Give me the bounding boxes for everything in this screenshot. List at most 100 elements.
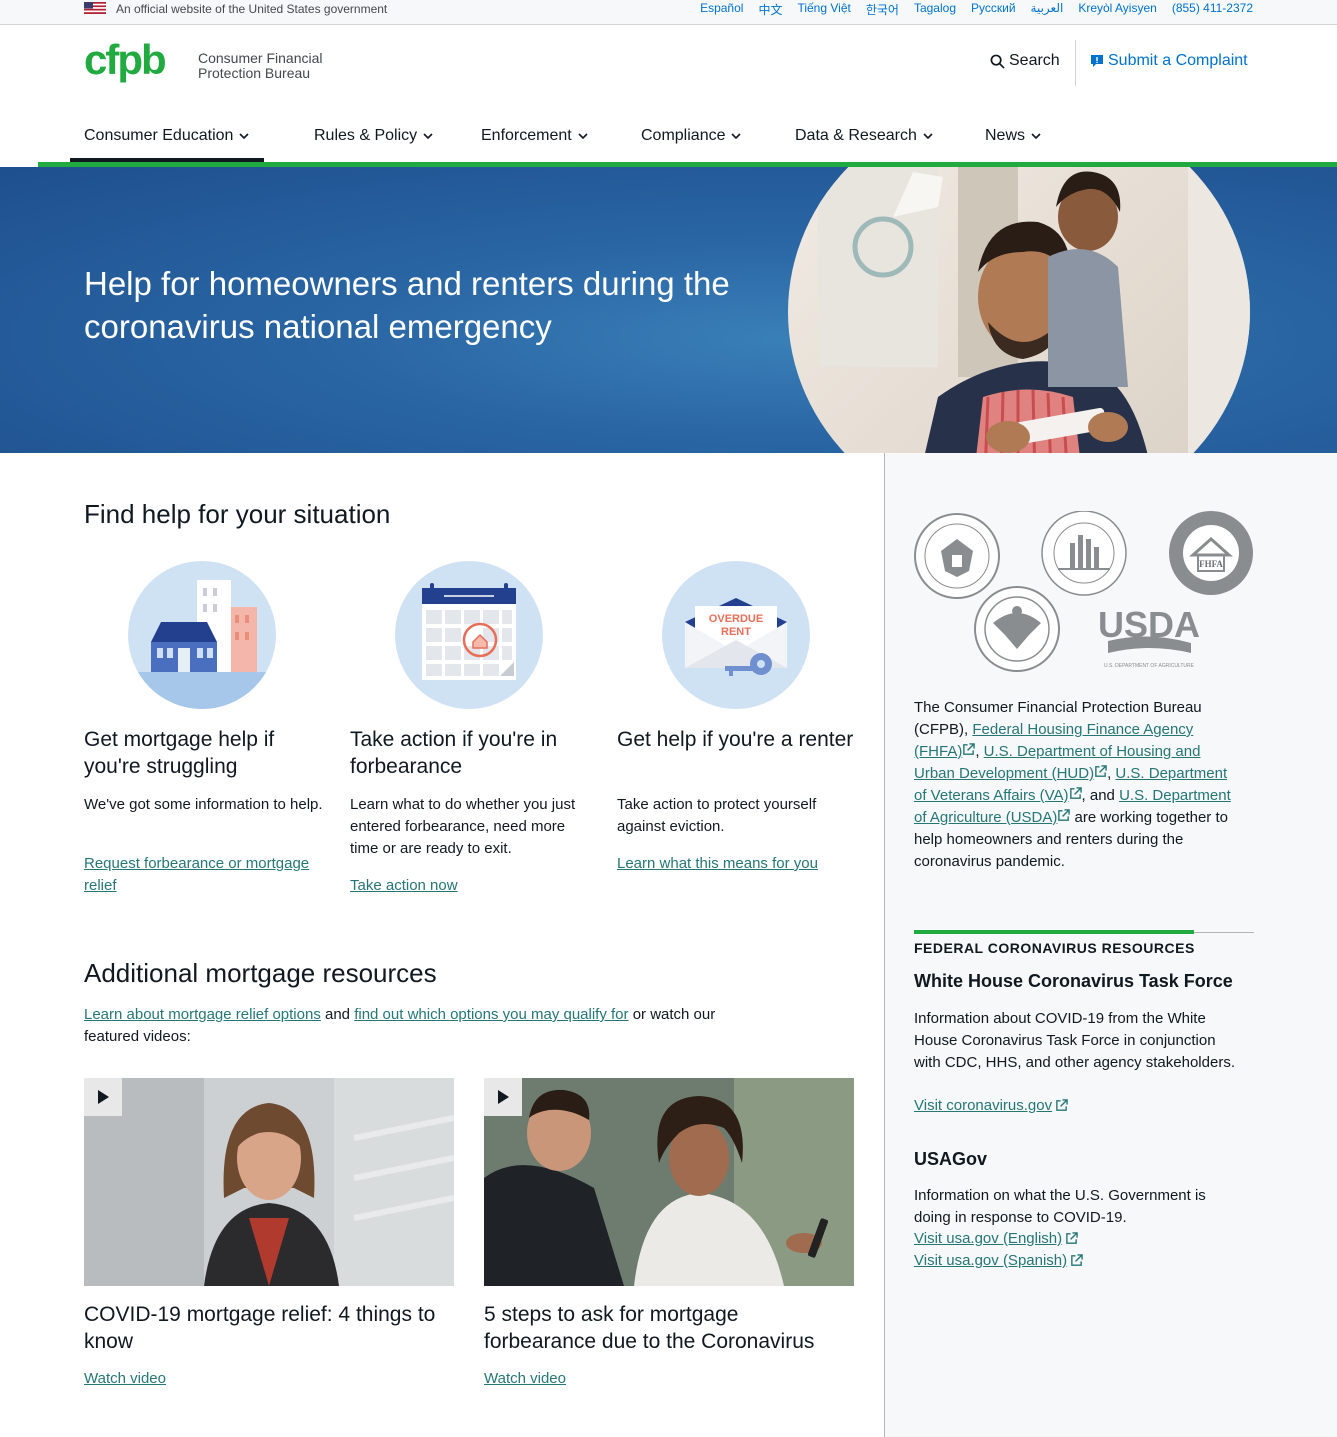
resource-desc-task-force: Information about COVID-19 from the Whit…: [914, 1010, 1235, 1071]
chevron-down-icon: [423, 133, 433, 139]
nav-label: Enforcement: [481, 127, 572, 144]
chevron-down-icon: [1031, 133, 1041, 139]
resource-title-task-force: White House Coronavirus Task Force: [914, 971, 1233, 991]
external-link-icon: [1071, 1254, 1083, 1266]
learn-what-this-means-link[interactable]: Learn what this means for you: [617, 853, 857, 875]
lang-link-korean[interactable]: 한국어: [866, 1, 899, 18]
blurb-sep-1: ,: [975, 743, 984, 760]
request-forbearance-link[interactable]: Request forbearance or mortgage relief: [84, 853, 324, 897]
svg-text:U.S. DEPARTMENT OF AGRICULTURE: U.S. DEPARTMENT OF AGRICULTURE: [1104, 663, 1195, 669]
watch-video-link-relief[interactable]: Watch video: [84, 1370, 166, 1387]
header-divider: [1075, 40, 1076, 86]
submit-complaint-link[interactable]: Submit a Complaint: [1090, 52, 1248, 70]
external-link-icon: [1069, 787, 1082, 799]
external-link-icon: [1066, 1232, 1078, 1244]
complaint-icon: [1091, 55, 1103, 67]
additional-resources-intro: Learn about mortgage relief options and …: [84, 1004, 724, 1048]
video-title-relief: COVID-19 mortgage relief: 4 things to kn…: [84, 1303, 436, 1353]
link-label: Visit usa.gov (English): [914, 1230, 1063, 1247]
external-link-icon: [1095, 765, 1107, 777]
chevron-down-icon: [578, 133, 588, 139]
card-desc-renter: Take action to protect yourself against …: [617, 796, 817, 835]
card-title-renter: Get help if you're a renter: [617, 728, 854, 751]
hero-heading: Help for homeowners and renters during t…: [84, 265, 730, 345]
blurb-sep-3: , and: [1081, 787, 1120, 804]
nav-label: Compliance: [641, 127, 726, 144]
calendar-icon: [395, 561, 543, 709]
overdue-rent-envelope-icon: OVERDUE RENT: [662, 561, 810, 709]
video-still-woman: [84, 1078, 454, 1286]
fhfa-seal-icon: FHFA: [1169, 511, 1253, 595]
nav-item-consumer-education[interactable]: Consumer Education: [84, 127, 249, 145]
lang-link-spanish[interactable]: Español: [700, 1, 743, 18]
partner-agencies-blurb: The Consumer Financial Protection Bureau…: [914, 697, 1234, 873]
us-flag-icon: [84, 2, 106, 14]
mortgage-relief-options-link[interactable]: Learn about mortgage relief options: [84, 1006, 321, 1023]
houses-icon: [128, 561, 276, 709]
phone-number-link[interactable]: (855) 411-2372: [1172, 1, 1253, 18]
lang-link-russian[interactable]: Pусский: [971, 1, 1016, 18]
card-desc-mortgage: We've got some information to help.: [84, 796, 323, 813]
find-help-heading: Find help for your situation: [84, 499, 391, 529]
svg-text:Protection Bureau: Protection Bureau: [198, 65, 310, 81]
language-links: Español 中文 Tiếng Việt 한국어 Tagalog Pусски…: [685, 1, 1253, 18]
usda-logo-icon: USDA U.S. DEPARTMENT OF AGRICULTURE: [1098, 604, 1200, 669]
va-seal-icon: [974, 586, 1060, 672]
card-title-mortgage: Get mortgage help if you're struggling: [84, 728, 275, 778]
video-thumbnail-forbearance[interactable]: [484, 1078, 854, 1286]
svg-text:Consumer Financial: Consumer Financial: [198, 50, 323, 66]
resource-title-usagov: USAGov: [914, 1149, 988, 1169]
play-button[interactable]: [84, 1078, 122, 1116]
nav-item-rules-policy[interactable]: Rules & Policy: [314, 127, 433, 145]
external-link-icon: [1058, 809, 1071, 821]
chevron-down-icon: [239, 133, 249, 139]
hero-photo-father-child: [788, 167, 1250, 453]
lang-link-vietnamese[interactable]: Tiếng Việt: [797, 1, 850, 18]
mega-menu: Consumer Education Rules & Policy Enforc…: [0, 115, 1337, 163]
usa-gov-spanish-link[interactable]: Visit usa.gov (Spanish): [914, 1252, 1083, 1269]
nav-item-enforcement[interactable]: Enforcement: [481, 127, 588, 145]
svg-text:RENT: RENT: [721, 626, 751, 638]
nav-item-data-research[interactable]: Data & Research: [795, 127, 933, 145]
search-icon: [990, 54, 1005, 69]
take-action-now-link[interactable]: Take action now: [350, 875, 590, 897]
nav-label: Consumer Education: [84, 127, 234, 144]
usa-gov-english-link[interactable]: Visit usa.gov (English): [914, 1230, 1078, 1247]
link-label: Visit coronavirus.gov: [914, 1097, 1053, 1114]
nav-label: Rules & Policy: [314, 127, 418, 144]
chevron-down-icon: [731, 133, 742, 139]
lang-link-tagalog[interactable]: Tagalog: [914, 1, 956, 18]
nav-item-news[interactable]: News: [985, 127, 1041, 145]
play-icon: [98, 1090, 109, 1104]
lang-link-haitian-creole[interactable]: Kreyòl Ayisyen: [1078, 1, 1157, 18]
resources-rule-accent: [914, 930, 1194, 934]
search-label: Search: [1009, 52, 1060, 69]
chevron-down-icon: [923, 133, 933, 139]
watch-video-link-forbearance[interactable]: Watch video: [484, 1370, 566, 1387]
play-button[interactable]: [484, 1078, 522, 1116]
intro-connector: and: [320, 1006, 355, 1023]
play-icon: [498, 1090, 509, 1104]
nav-label: News: [985, 127, 1026, 144]
card-desc-forbearance: Learn what to do whether you just entere…: [350, 796, 576, 857]
qualify-options-link[interactable]: find out which options you may qualify f…: [354, 1006, 628, 1023]
official-website-notice: An official website of the United States…: [116, 2, 388, 16]
nav-label: Data & Research: [795, 127, 917, 144]
coronavirus-gov-link[interactable]: Visit coronavirus.gov: [914, 1097, 1068, 1114]
external-link-icon: [1056, 1099, 1068, 1111]
search-button[interactable]: Search: [990, 52, 1060, 70]
hero-banner: Help for homeowners and renters during t…: [0, 167, 1337, 453]
additional-resources-heading: Additional mortgage resources: [84, 958, 437, 988]
complaint-label: Submit a Complaint: [1108, 52, 1248, 69]
gov-banner: An official website of the United States…: [0, 0, 1337, 25]
lang-link-arabic[interactable]: العربية: [1031, 1, 1064, 18]
cfpb-logo[interactable]: cfpb Consumer Financial Protection Burea…: [84, 38, 324, 94]
video-title-forbearance: 5 steps to ask for mortgage forbearance …: [484, 1303, 815, 1353]
video-thumbnail-relief[interactable]: [84, 1078, 454, 1286]
sidebar: FHFA USDA U.S. DEPARTMENT OF AGRICULTURE…: [884, 453, 1337, 1437]
lang-link-chinese[interactable]: 中文: [758, 1, 782, 18]
cfpb-seal-icon: [914, 513, 1000, 599]
link-label: Visit usa.gov (Spanish): [914, 1252, 1068, 1269]
video-still-conversation: [484, 1078, 854, 1286]
nav-item-compliance[interactable]: Compliance: [641, 127, 742, 145]
